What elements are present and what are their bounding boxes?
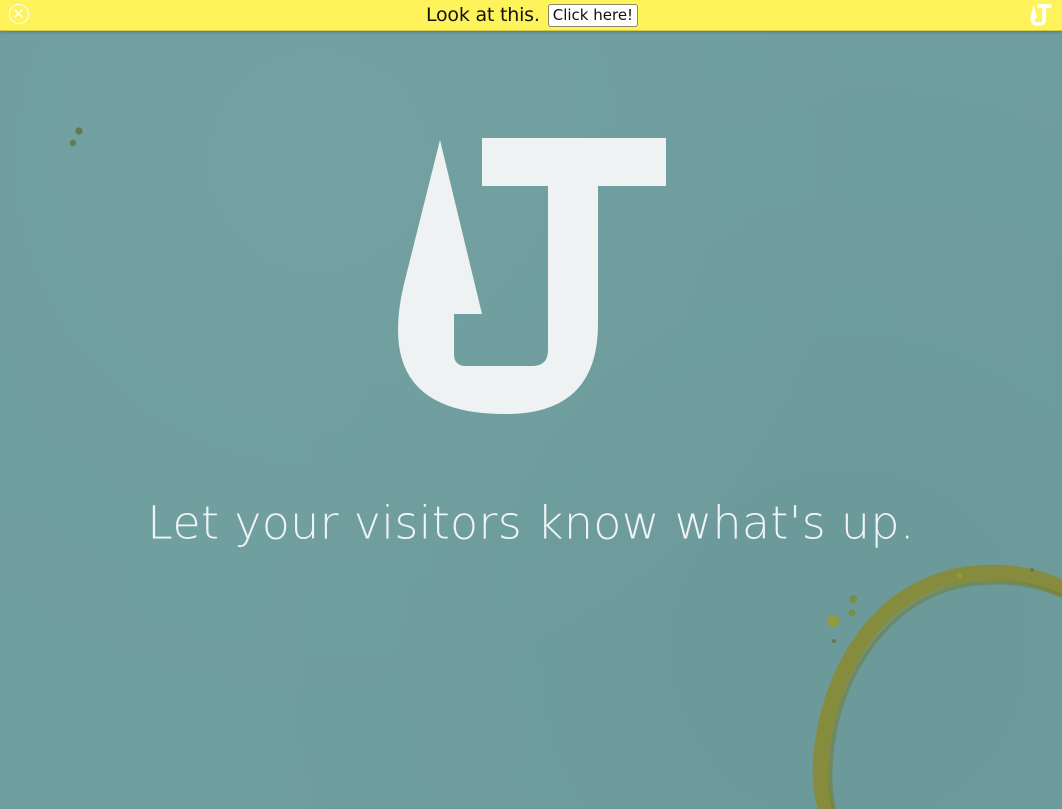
close-icon[interactable] <box>9 4 29 24</box>
hook-j-logo-icon[interactable] <box>1030 3 1052 27</box>
notification-bar: Look at this. Click here! <box>0 0 1062 31</box>
notification-message: Look at this. <box>425 4 540 26</box>
hook-j-logo-icon <box>398 138 666 415</box>
notification-bar-content: Look at this. Click here! <box>0 0 1062 30</box>
stain-speckle <box>69 127 83 147</box>
notification-cta-button[interactable]: Click here! <box>547 3 639 27</box>
page-canvas: Look at this. Click here! Let your visit… <box>0 0 1062 809</box>
tagline: Let your visitors know what's up. <box>147 496 915 550</box>
coffee-ring-stain <box>812 564 1062 809</box>
